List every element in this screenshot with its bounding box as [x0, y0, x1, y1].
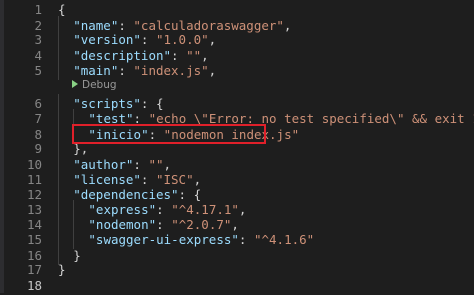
json-punctuation: , [208, 32, 217, 47]
code-editor[interactable]: 1{2 "name": "calculadoraswagger", 3 "versio… [0, 0, 474, 293]
code-line-18[interactable]: 18 [0, 276, 474, 295]
json-punctuation: : [140, 32, 156, 47]
json-punctuation: : [238, 232, 254, 247]
json-key: "swagger-ui-express" [88, 232, 239, 247]
json-punctuation: : [118, 63, 134, 78]
json-punctuation: { [58, 2, 66, 17]
indent-guide [58, 61, 59, 80]
json-key: "version" [73, 32, 141, 47]
json-string: "1.0.0" [155, 32, 209, 47]
json-punctuation: } [58, 262, 66, 277]
json-string: "^4.1.6" [253, 232, 315, 247]
line-number: 18 [26, 278, 42, 293]
codelens-debug-label: Debug [82, 79, 117, 91]
play-icon [72, 80, 78, 88]
json-string: "index.js" [133, 63, 209, 78]
highlight-box [72, 124, 266, 144]
json-punctuation: , [208, 63, 217, 78]
json-key: "main" [73, 63, 119, 78]
line-number: 5 [34, 63, 42, 78]
codelens-debug[interactable]: Debug [72, 78, 117, 92]
